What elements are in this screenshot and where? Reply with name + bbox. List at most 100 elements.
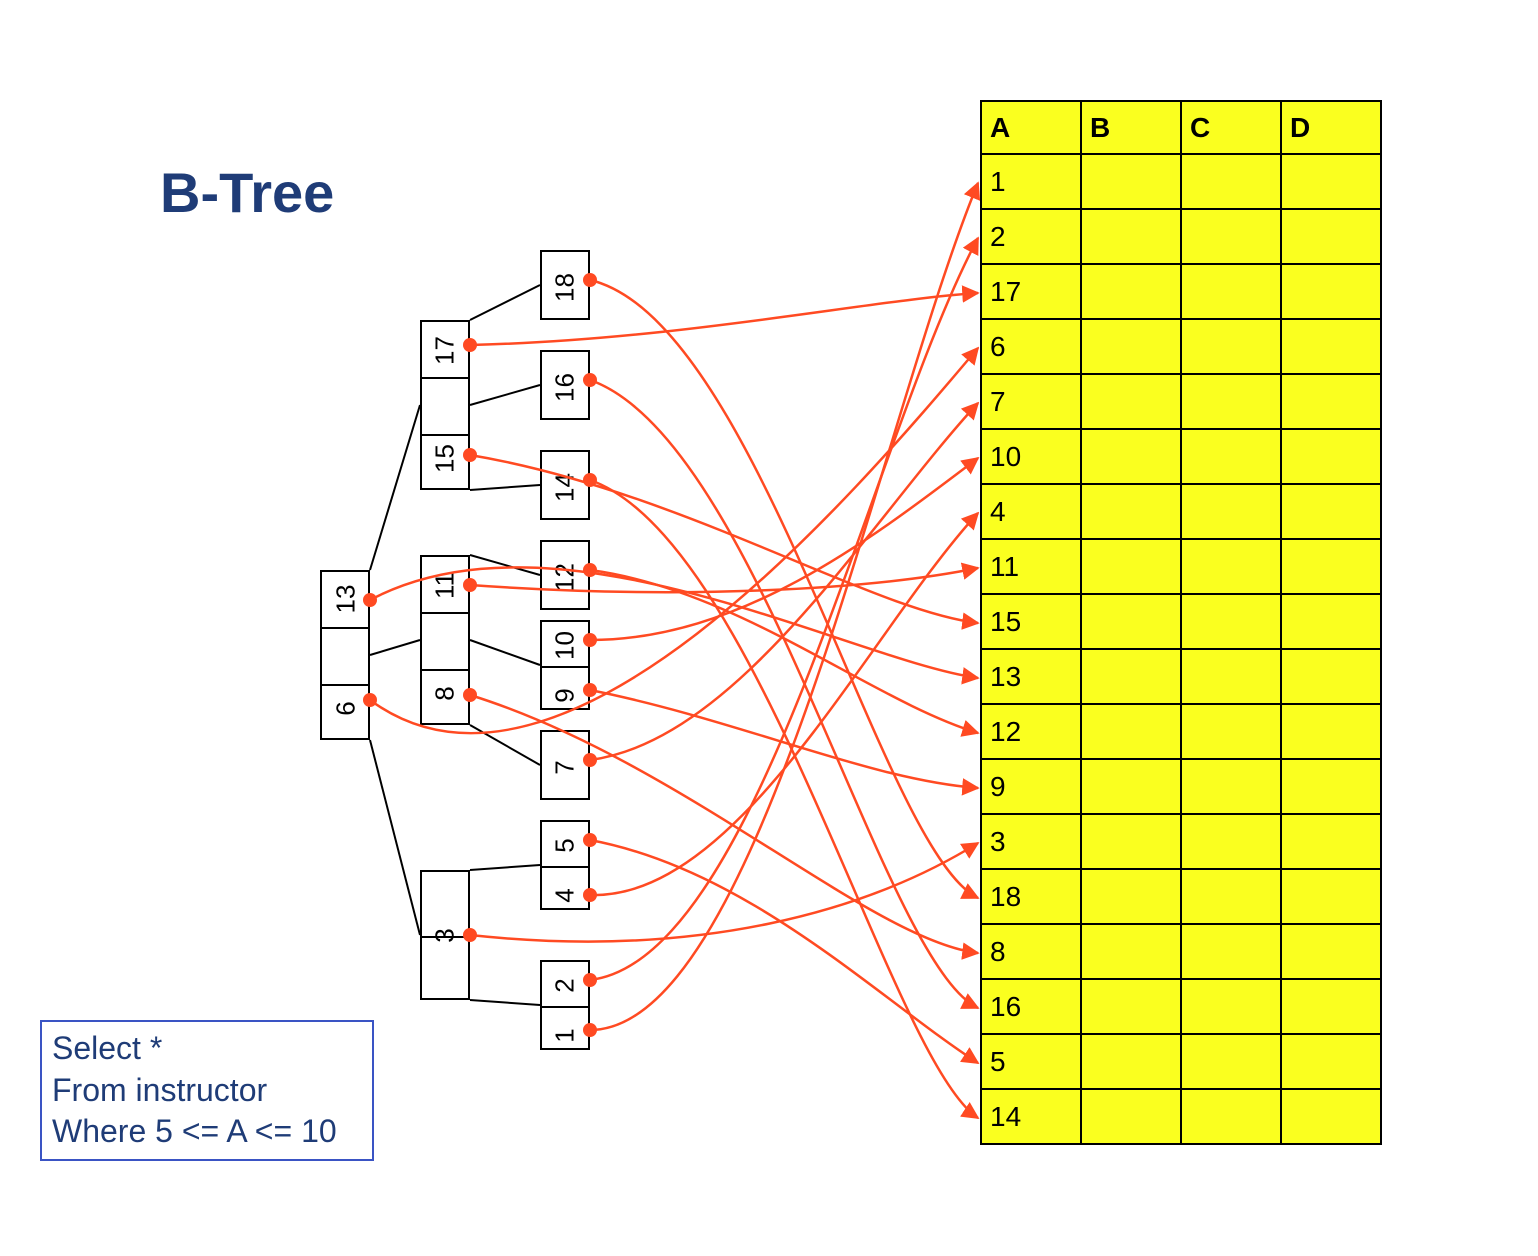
pointer-dot — [583, 888, 597, 902]
root-key-0: 6 — [331, 696, 362, 722]
table-row: 9 — [981, 759, 1381, 814]
cell-empty — [1281, 759, 1381, 814]
pointer-dot — [463, 338, 477, 352]
table-header-row: A B C D — [981, 101, 1381, 154]
cell-empty — [1281, 154, 1381, 209]
pointer-dot — [363, 593, 377, 607]
leaf-key-2: 2 — [550, 973, 581, 999]
cell-empty — [1081, 924, 1181, 979]
cell-empty — [1081, 539, 1181, 594]
cell-empty — [1281, 924, 1381, 979]
leaf-key-10: 10 — [550, 628, 581, 664]
table-row: 2 — [981, 209, 1381, 264]
cell-empty — [1181, 759, 1281, 814]
cell-a: 17 — [981, 264, 1081, 319]
cell-empty — [1081, 484, 1181, 539]
table-row: 8 — [981, 924, 1381, 979]
table-row: 16 — [981, 979, 1381, 1034]
internal-key-15: 15 — [430, 441, 461, 477]
cell-a: 16 — [981, 979, 1081, 1034]
cell-empty — [1281, 1034, 1381, 1089]
pointer-dot — [583, 563, 597, 577]
cell-empty — [1181, 924, 1281, 979]
table-row: 7 — [981, 374, 1381, 429]
cell-empty — [1081, 869, 1181, 924]
cell-empty — [1081, 264, 1181, 319]
pointer-dot — [583, 473, 597, 487]
pointer-dot — [363, 693, 377, 707]
cell-empty — [1081, 429, 1181, 484]
cell-empty — [1081, 319, 1181, 374]
pointer-dot — [583, 1023, 597, 1037]
cell-empty — [1181, 814, 1281, 869]
cell-a: 8 — [981, 924, 1081, 979]
cell-empty — [1081, 154, 1181, 209]
cell-empty — [1081, 759, 1181, 814]
cell-a: 1 — [981, 154, 1081, 209]
leaf-key-12: 12 — [550, 560, 581, 596]
cell-empty — [1181, 209, 1281, 264]
table-row: 17 — [981, 264, 1381, 319]
leaf-key-16: 16 — [550, 370, 581, 406]
cell-empty — [1081, 594, 1181, 649]
pointer-dot — [583, 973, 597, 987]
diagram-title: B-Tree — [160, 160, 334, 225]
cell-a: 11 — [981, 539, 1081, 594]
cell-a: 4 — [981, 484, 1081, 539]
cell-a: 15 — [981, 594, 1081, 649]
cell-empty — [1281, 869, 1381, 924]
pointer-dot — [583, 633, 597, 647]
table-row: 6 — [981, 319, 1381, 374]
table-row: 11 — [981, 539, 1381, 594]
cell-empty — [1181, 594, 1281, 649]
cell-empty — [1281, 209, 1381, 264]
cell-a: 18 — [981, 869, 1081, 924]
col-header-d: D — [1281, 101, 1381, 154]
cell-a: 7 — [981, 374, 1081, 429]
pointer-dot — [463, 578, 477, 592]
leaf-key-4: 4 — [550, 883, 581, 909]
sql-query-box: Select * From instructor Where 5 <= A <=… — [40, 1020, 374, 1161]
cell-a: 13 — [981, 649, 1081, 704]
col-header-c: C — [1181, 101, 1281, 154]
pointer-dot — [463, 448, 477, 462]
query-line-2: From instructor — [52, 1070, 362, 1112]
cell-empty — [1281, 264, 1381, 319]
cell-empty — [1281, 374, 1381, 429]
cell-a: 9 — [981, 759, 1081, 814]
cell-empty — [1181, 649, 1281, 704]
table-row: 12 — [981, 704, 1381, 759]
cell-empty — [1081, 209, 1181, 264]
cell-empty — [1181, 374, 1281, 429]
query-line-1: Select * — [52, 1028, 362, 1070]
internal-key-8: 8 — [430, 681, 461, 707]
cell-empty — [1181, 264, 1281, 319]
pointer-dot — [583, 373, 597, 387]
cell-empty — [1081, 814, 1181, 869]
leaf-key-7: 7 — [550, 755, 581, 781]
pointer-dot — [463, 688, 477, 702]
cell-empty — [1281, 704, 1381, 759]
internal-key-17: 17 — [430, 333, 461, 369]
leaf-key-14: 14 — [550, 470, 581, 506]
col-header-a: A — [981, 101, 1081, 154]
query-line-3: Where 5 <= A <= 10 — [52, 1111, 362, 1153]
pointer-dot — [583, 683, 597, 697]
table-row: 5 — [981, 1034, 1381, 1089]
cell-empty — [1181, 154, 1281, 209]
table-row: 15 — [981, 594, 1381, 649]
pointer-dot — [583, 833, 597, 847]
cell-a: 2 — [981, 209, 1081, 264]
cell-a: 3 — [981, 814, 1081, 869]
cell-empty — [1081, 704, 1181, 759]
pointer-dot — [463, 928, 477, 942]
cell-empty — [1081, 374, 1181, 429]
cell-empty — [1081, 1089, 1181, 1144]
table-row: 13 — [981, 649, 1381, 704]
cell-empty — [1281, 1089, 1381, 1144]
data-table: A B C D 121767104111513129318816514 — [980, 100, 1382, 1145]
table-row: 1 — [981, 154, 1381, 209]
col-header-b: B — [1081, 101, 1181, 154]
table-row: 18 — [981, 869, 1381, 924]
cell-empty — [1181, 704, 1281, 759]
